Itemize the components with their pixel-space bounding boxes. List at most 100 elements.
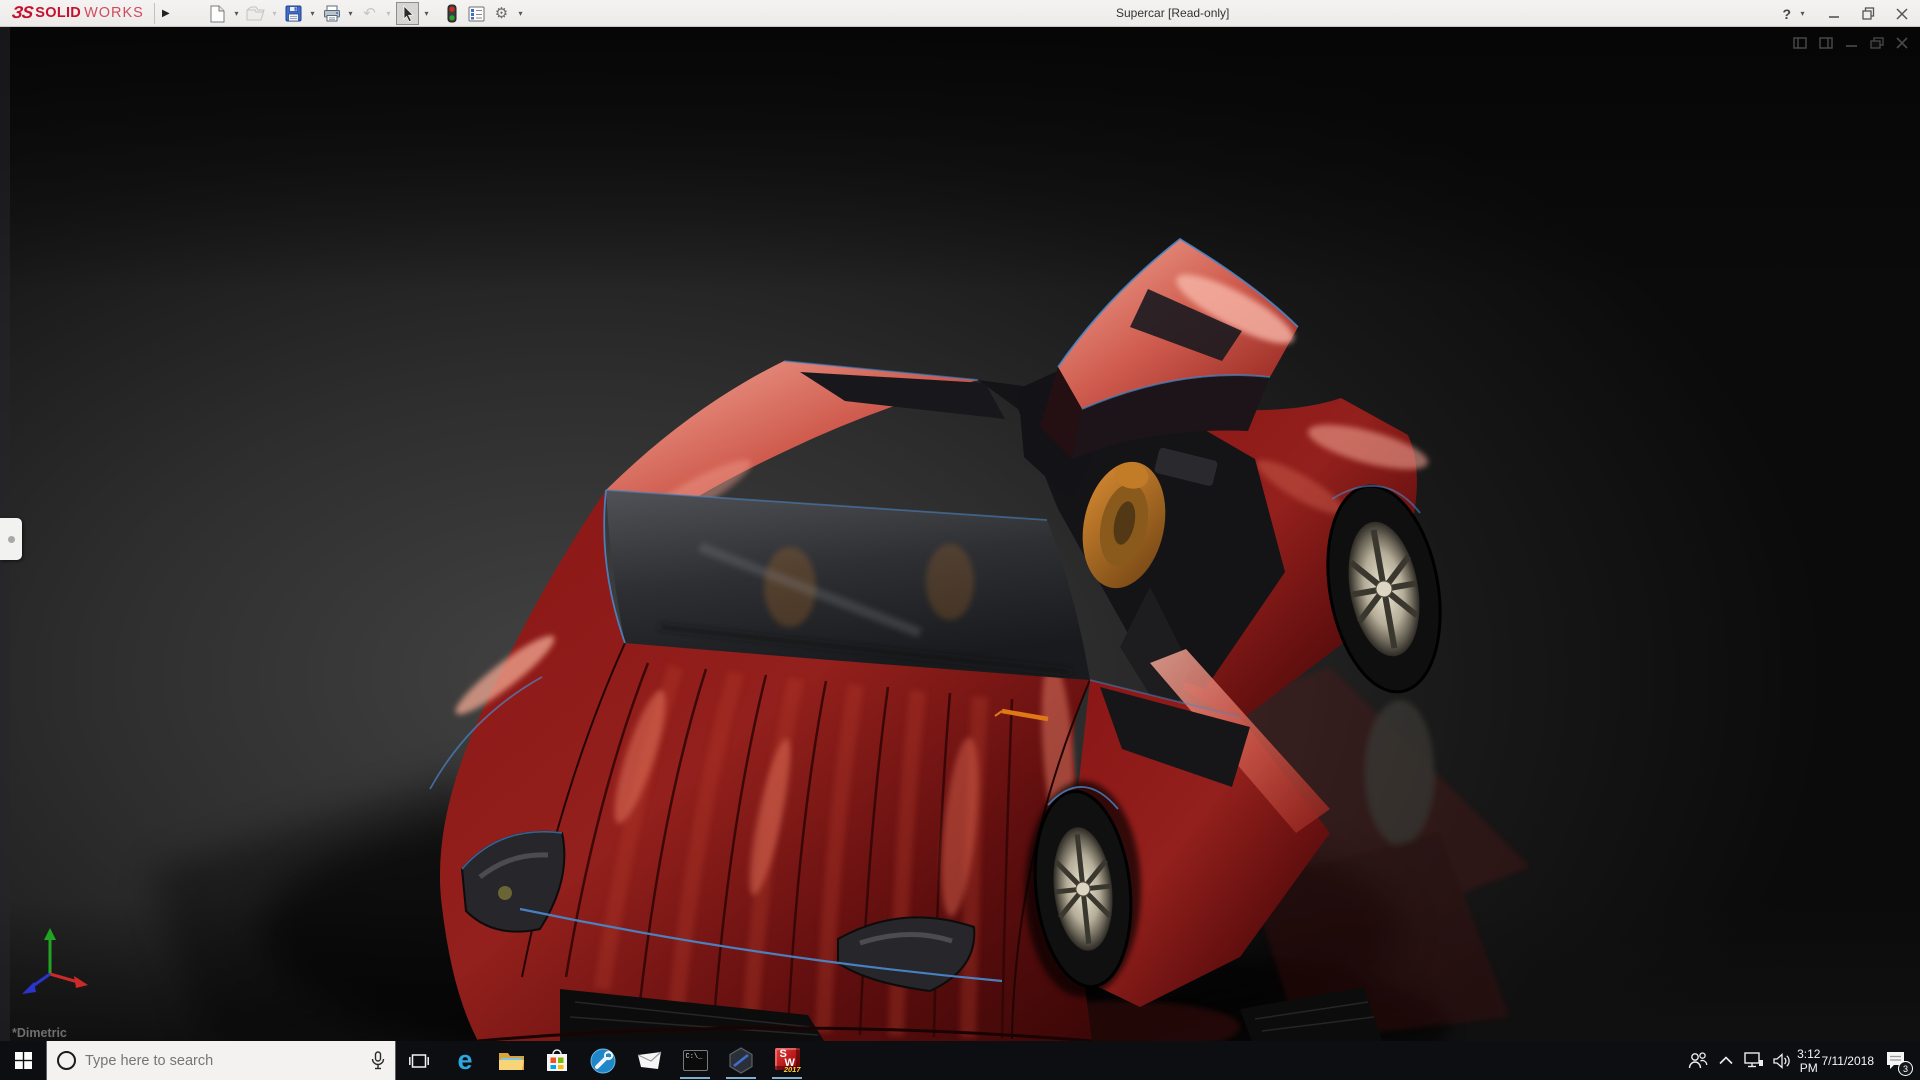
3d-model-supercar[interactable] — [0, 27, 1920, 1041]
task-view-button[interactable] — [396, 1041, 442, 1080]
clock[interactable]: 3:12 PM 7/11/2018 — [1796, 1041, 1874, 1080]
doc-minimize-button[interactable] — [1845, 37, 1858, 49]
new-document-button[interactable] — [206, 2, 229, 25]
taskbar-search[interactable] — [46, 1041, 396, 1080]
solidworks-2017-icon: S W 2017 — [775, 1048, 800, 1074]
select-cursor-icon — [401, 5, 415, 22]
help-dropdown-caret[interactable]: ▾ — [1797, 9, 1808, 18]
brand-works: WORKS — [84, 5, 144, 21]
print-icon — [323, 5, 341, 22]
taskbar-app-mail[interactable] — [626, 1041, 672, 1080]
options-gear-button[interactable]: ⚙ — [490, 2, 513, 25]
featuremanager-flyout-tab[interactable] — [0, 518, 22, 560]
chevron-up-icon — [1719, 1056, 1733, 1065]
ethernet-icon — [1744, 1052, 1764, 1069]
undo-button: ↶ — [358, 2, 381, 25]
doc-close-button[interactable] — [1896, 37, 1908, 49]
restore-button[interactable] — [1860, 6, 1876, 22]
solidworks-logo: ЗS SOLID WORKS — [0, 0, 154, 27]
people-icon — [1688, 1052, 1708, 1069]
task-view-icon — [409, 1053, 429, 1069]
tray-date: 7/11/2018 — [1822, 1054, 1875, 1068]
undo-arrow-icon: ↶ — [363, 6, 376, 21]
save-button[interactable] — [282, 2, 305, 25]
taskbar-app-tool[interactable] — [580, 1041, 626, 1080]
taskbar-app-hexagon[interactable] — [718, 1041, 764, 1080]
display-settings-button[interactable] — [465, 2, 488, 25]
select-dropdown-caret[interactable]: ▾ — [421, 9, 432, 18]
tray-overflow-button[interactable] — [1712, 1041, 1740, 1080]
tray-time: 3:12 PM — [1796, 1047, 1822, 1075]
quick-toolbar: ▾ ▾ ▾ — [206, 0, 526, 27]
running-indicator — [680, 1077, 710, 1079]
running-indicator — [772, 1077, 802, 1079]
panel-right-button[interactable] — [1819, 37, 1833, 49]
graphics-viewport[interactable]: *Dimetric — [0, 27, 1920, 1041]
edge-icon: e — [457, 1047, 472, 1074]
triad-z-axis — [22, 982, 36, 994]
minimize-icon — [1828, 8, 1840, 20]
windows-logo-icon — [15, 1052, 32, 1069]
new-dropdown-caret[interactable]: ▾ — [231, 9, 242, 18]
help-button[interactable]: ? — [1782, 6, 1791, 22]
triad-x-axis — [74, 976, 88, 988]
file-explorer-icon — [498, 1050, 525, 1071]
cortana-icon — [57, 1051, 76, 1070]
menu-expand-arrow-icon[interactable]: ▶ — [155, 0, 177, 27]
save-dropdown-caret[interactable]: ▾ — [307, 9, 318, 18]
taskbar-app-file-explorer[interactable] — [488, 1041, 534, 1080]
reference-triad — [16, 926, 94, 1000]
system-tray: 3:12 PM 7/11/2018 3 — [1684, 1041, 1920, 1080]
brand-solid: SOLID — [35, 5, 81, 21]
rebuild-stoplight-button[interactable] — [440, 2, 463, 25]
select-button[interactable] — [396, 2, 419, 25]
open-button[interactable] — [244, 2, 267, 25]
car-front-wheel[interactable] — [1025, 781, 1141, 997]
minimize-button[interactable] — [1826, 6, 1842, 22]
triad-y-axis — [44, 928, 56, 940]
doc-restore-button[interactable] — [1870, 37, 1884, 49]
people-button[interactable] — [1684, 1041, 1712, 1080]
save-floppy-icon — [285, 5, 302, 22]
document-window-controls — [1793, 37, 1908, 49]
open-dropdown-caret: ▾ — [269, 9, 280, 18]
print-dropdown-caret[interactable]: ▾ — [345, 9, 356, 18]
speaker-icon — [1773, 1053, 1792, 1069]
action-center-button[interactable]: 3 — [1874, 1041, 1916, 1080]
windows-taskbar: e — [0, 1041, 1920, 1080]
taskbar-app-edge[interactable]: e — [442, 1041, 488, 1080]
open-folder-icon — [246, 6, 265, 21]
notification-badge: 3 — [1898, 1061, 1913, 1076]
ds-logo-icon: ЗS — [11, 3, 34, 23]
solidworks-window: ЗS SOLID WORKS ▶ ▾ ▾ — [0, 0, 1920, 1080]
taskbar-app-store[interactable] — [534, 1041, 580, 1080]
print-button[interactable] — [320, 2, 343, 25]
taskbar-app-solidworks[interactable]: S W 2017 — [764, 1041, 810, 1080]
panel-left-button[interactable] — [1793, 37, 1807, 49]
network-button[interactable] — [1740, 1041, 1768, 1080]
options-dropdown-caret[interactable]: ▾ — [515, 9, 526, 18]
taskbar-app-terminal[interactable]: C:\_ — [672, 1041, 718, 1080]
volume-button[interactable] — [1768, 1041, 1796, 1080]
close-icon — [1896, 8, 1908, 20]
new-document-icon — [210, 5, 225, 23]
display-settings-icon — [468, 6, 485, 22]
restore-icon — [1862, 7, 1875, 20]
close-button[interactable] — [1894, 6, 1910, 22]
running-indicator — [726, 1077, 756, 1079]
mail-icon — [637, 1051, 662, 1070]
wrench-circle-icon — [590, 1048, 616, 1074]
undo-dropdown-caret: ▾ — [383, 9, 394, 18]
search-input[interactable] — [85, 1053, 335, 1069]
store-icon — [545, 1049, 569, 1073]
title-bar: ЗS SOLID WORKS ▶ ▾ ▾ — [0, 0, 1920, 27]
hexagon-app-icon — [728, 1047, 754, 1074]
microphone-icon[interactable] — [371, 1051, 385, 1070]
view-orientation-label: *Dimetric — [12, 1026, 67, 1040]
terminal-icon: C:\_ — [683, 1050, 708, 1071]
flyout-tab-dot-icon — [8, 536, 15, 543]
stoplight-icon — [447, 4, 457, 23]
gear-icon: ⚙ — [495, 6, 508, 21]
window-title: Supercar [Read-only] — [1116, 0, 1229, 27]
start-button[interactable] — [0, 1041, 46, 1080]
